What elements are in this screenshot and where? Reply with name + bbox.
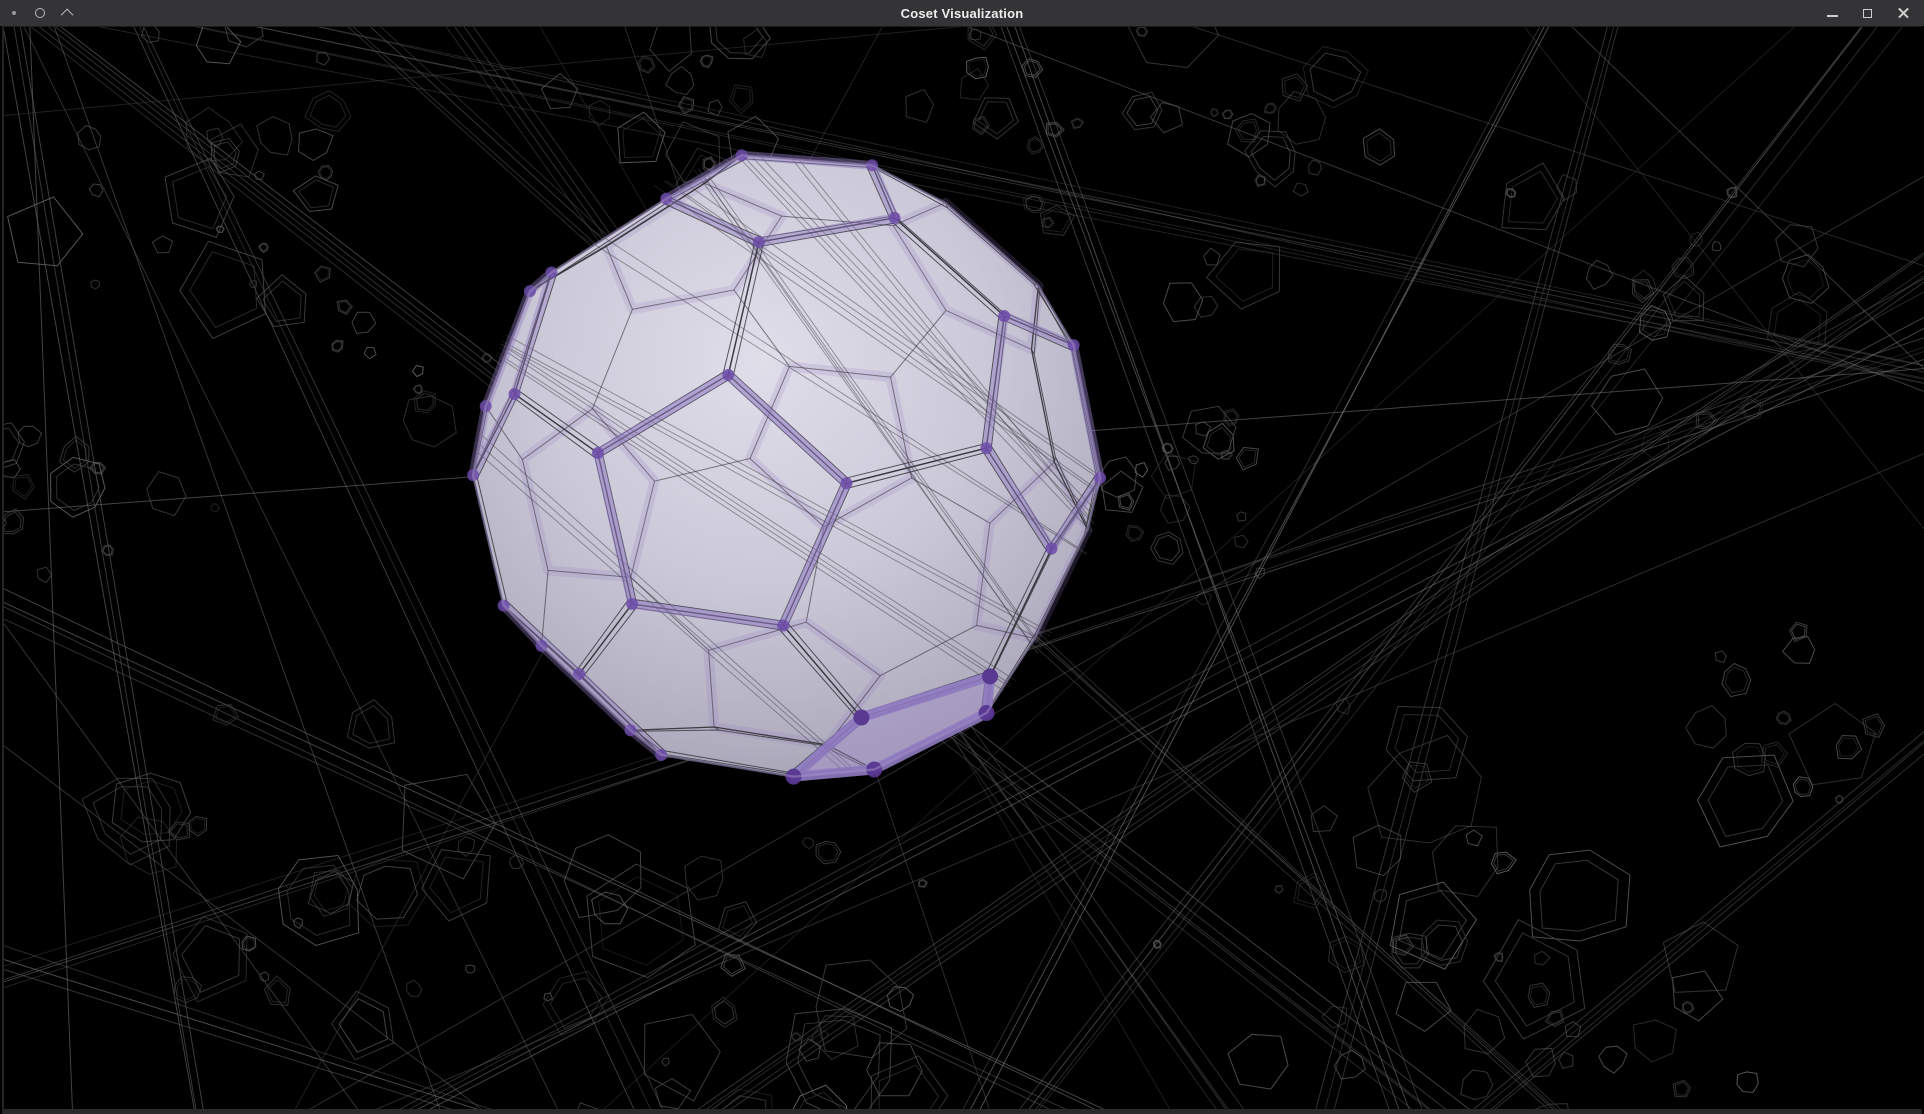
- minimize-icon: [1827, 15, 1838, 17]
- window-controls: [1827, 0, 1910, 26]
- record-circle-icon[interactable]: [35, 8, 45, 18]
- close-button[interactable]: [1897, 7, 1910, 20]
- minimize-button[interactable]: [1827, 9, 1838, 17]
- app-window: Coset Visualization: [0, 0, 1924, 1114]
- coset-3d-canvas[interactable]: [4, 27, 1924, 1109]
- maximize-button[interactable]: [1863, 9, 1872, 18]
- chevron-up-icon[interactable]: [61, 8, 74, 21]
- window-title: Coset Visualization: [901, 6, 1024, 21]
- titlebar[interactable]: Coset Visualization: [0, 0, 1924, 26]
- app-dot-icon: [12, 11, 16, 15]
- close-icon: [1897, 7, 1910, 20]
- viewport-3d[interactable]: [2, 26, 1922, 1114]
- titlebar-left-icons: [12, 0, 73, 26]
- maximize-icon: [1863, 9, 1872, 18]
